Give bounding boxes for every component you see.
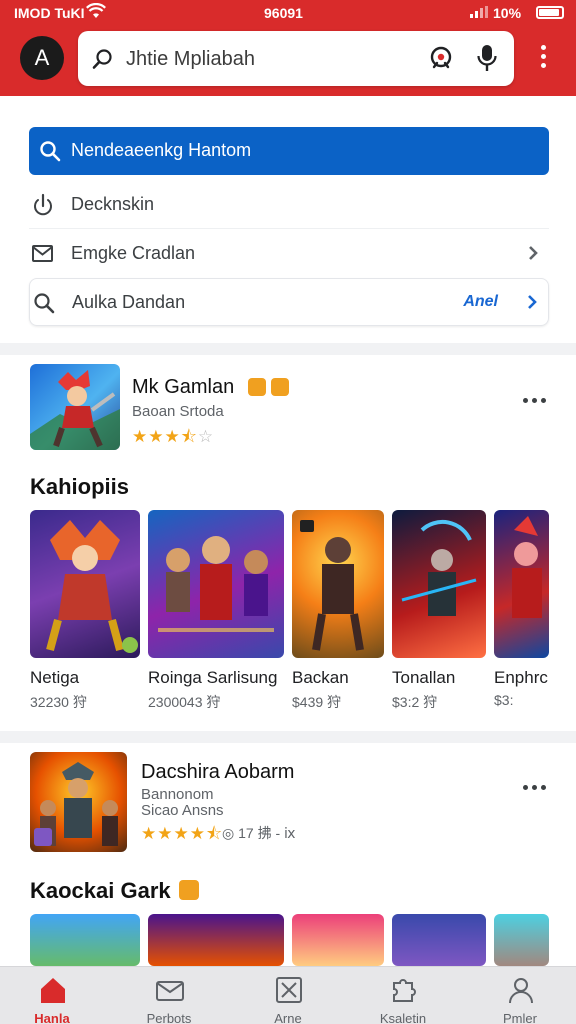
suggestion-item[interactable]: Decknskin — [29, 181, 549, 227]
game-tile-thumbnail[interactable] — [30, 914, 140, 966]
nav-label: Pmler — [503, 1011, 537, 1024]
demon-art-icon — [512, 516, 542, 618]
game-tile-thumbnail[interactable] — [494, 510, 549, 658]
chevron-right-icon[interactable] — [526, 293, 538, 311]
carrier-label: IMOD TuKI — [14, 5, 85, 21]
divider — [29, 228, 549, 229]
soldier-art-icon — [300, 520, 364, 651]
game-tile-thumbnail[interactable] — [148, 510, 284, 658]
more-options-icon[interactable] — [523, 397, 549, 405]
game-tile-thumbnail[interactable] — [392, 510, 486, 658]
game-tile-thumbnail[interactable] — [148, 914, 284, 966]
section-separator — [0, 731, 576, 743]
primary-suggestion-label: Nendeaeenkg Hantom — [71, 140, 252, 160]
app-category: Sicao Ansns — [141, 802, 224, 819]
game-tile-thumbnail[interactable] — [292, 510, 384, 658]
bottom-navigation: Hanla Perbots Arne Ksaletin Pmler — [0, 966, 576, 1024]
badge-icon — [271, 378, 289, 396]
game-tile-price: $3: — [494, 692, 514, 708]
squad-art-icon — [34, 762, 118, 846]
app-meta: ◎ 17 拂 - ⅸ — [222, 825, 296, 841]
search-bar[interactable]: Jhtie Mpliabah — [78, 31, 514, 86]
suggestion-item[interactable]: Aulka Dandan Anel — [29, 278, 549, 326]
section-title: Kahiopiis — [30, 474, 130, 499]
wifi-icon — [86, 3, 106, 18]
apps-icon — [276, 977, 302, 1003]
suggestion-label: Decknskin — [71, 194, 155, 214]
game-tile-thumbnail[interactable] — [30, 510, 140, 658]
chevron-right-icon — [529, 246, 538, 260]
mail-icon — [32, 245, 53, 262]
battery-icon — [536, 6, 564, 19]
primary-suggestion[interactable]: Nendeaeenkg Hantom — [29, 127, 549, 175]
home-icon — [41, 978, 65, 1003]
game-tile-price: 2300043 狩 — [148, 694, 221, 710]
section-title: Kaockai Gark — [30, 878, 171, 903]
app-developer: Baoan Srtoda — [132, 403, 224, 420]
app-title[interactable]: Mk Gamlan — [132, 376, 234, 399]
lens-icon[interactable] — [428, 45, 454, 71]
avatar[interactable]: A — [20, 36, 64, 80]
clock: 96091 — [264, 5, 303, 21]
person-icon — [509, 978, 533, 1004]
app-icon[interactable] — [30, 364, 120, 450]
suggestion-label: Emgke Cradlan — [71, 243, 196, 263]
badge-icon — [179, 880, 199, 900]
app-header: IMOD TuKI 96091 10% A Jhtie Mpliabah — [0, 0, 576, 96]
puzzle-icon — [393, 979, 416, 1002]
app-title[interactable]: Dacshira Aobarm — [141, 761, 294, 784]
status-bar: IMOD TuKI 96091 10% — [0, 0, 576, 26]
section-separator — [0, 343, 576, 355]
suggestion-item[interactable]: Emgke Cradlan — [29, 230, 549, 276]
nav-item-pmler[interactable]: Pmler — [470, 967, 570, 1024]
nav-label: Perbots — [146, 1011, 192, 1024]
game-tile-price: $3:2 狩 — [392, 694, 438, 710]
nav-item-arne[interactable]: Arne — [238, 967, 338, 1024]
nav-item-home[interactable]: Hanla — [2, 967, 102, 1024]
nav-label: Arne — [274, 1011, 302, 1024]
signal-icon — [470, 6, 488, 18]
search-icon — [40, 141, 61, 162]
game-tile-name[interactable]: Enphrc — [494, 668, 554, 688]
nav-label: Hanla — [34, 1011, 70, 1024]
badge-icon — [248, 378, 266, 396]
search-icon — [92, 49, 112, 69]
game-tile-price: 32230 狩 — [30, 694, 87, 710]
envelope-icon — [156, 981, 184, 1001]
game-tile-thumbnail[interactable] — [392, 914, 486, 966]
game-tile-thumbnail[interactable] — [292, 914, 384, 966]
game-tile-name[interactable]: Backan — [292, 668, 349, 688]
nav-label: Ksaletin — [379, 1011, 427, 1024]
mic-icon[interactable] — [476, 44, 498, 72]
game-tile-name[interactable]: Netiga — [30, 668, 79, 688]
rating-stars: ★★★⯪☆ — [132, 427, 215, 446]
app-icon[interactable] — [30, 752, 127, 852]
app-developer: Bannonom — [141, 786, 214, 803]
game-tile-price: $439 狩 — [292, 694, 342, 710]
rating-stars: ★★★★⯪ — [141, 824, 224, 843]
game-tile-thumbnail[interactable] — [494, 914, 549, 966]
game-tile-name[interactable]: Tonallan — [392, 668, 455, 688]
more-options-icon[interactable] — [534, 43, 552, 71]
nav-item-ksaletin[interactable]: Ksaletin — [353, 967, 453, 1024]
more-options-icon[interactable] — [523, 784, 549, 792]
battery-percent: 10% — [493, 5, 522, 21]
search-input[interactable]: Jhtie Mpliabah — [126, 48, 255, 71]
hero-character-icon — [30, 370, 120, 450]
warrior-art-icon — [46, 520, 138, 653]
nav-item-perbots[interactable]: Perbots — [119, 967, 219, 1024]
search-icon — [34, 293, 55, 314]
suggestion-action-link[interactable]: Anel — [463, 293, 498, 311]
hand-icon — [34, 193, 52, 216]
battle-art-icon — [401, 519, 477, 616]
game-tile-name[interactable]: Roinga Sarlisung — [148, 668, 277, 688]
suggestion-label: Aulka Dandan — [72, 292, 186, 312]
heroes-group-art-icon — [158, 536, 274, 632]
